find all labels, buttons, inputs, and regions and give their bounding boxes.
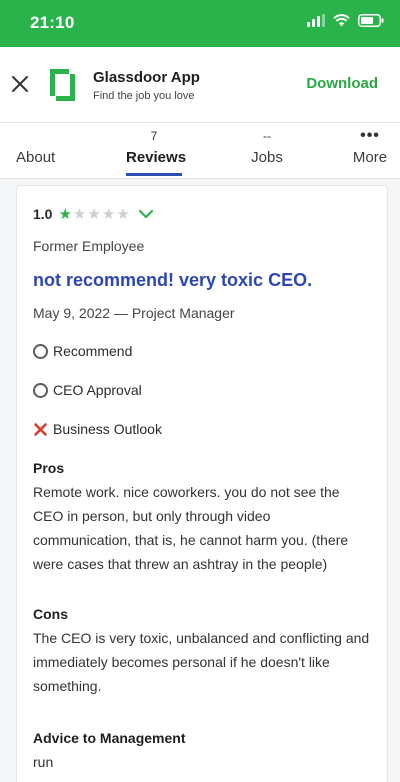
tab-label: About <box>16 149 56 166</box>
close-icon[interactable] <box>10 74 30 94</box>
glassdoor-logo-icon <box>47 66 78 104</box>
signal-icon <box>307 14 325 27</box>
cons-line: something. <box>33 678 102 694</box>
indicator-business-outlook: Business Outlook <box>33 421 162 437</box>
advice-text: run <box>33 750 378 774</box>
tab-label: Jobs <box>251 149 283 166</box>
app-name: Glassdoor App <box>93 69 200 86</box>
chevron-down-icon[interactable] <box>138 208 154 220</box>
tab-count: -- <box>263 129 271 143</box>
review-card: 1.0 ★ ★ ★ ★ ★ Former Employee not recommend!… <box>16 185 388 782</box>
tab-count: 7 <box>150 129 158 143</box>
tab-about[interactable]: About <box>16 123 56 179</box>
employment-status: Former Employee <box>33 238 145 254</box>
review-date-role: May 9, 2022 — Project Manager <box>33 305 235 321</box>
tab-jobs[interactable]: -- Jobs <box>245 123 289 179</box>
indicator-recommend: Recommend <box>33 343 132 359</box>
pros-line: communication, that is, he cannot harm y… <box>33 532 349 548</box>
cons-line: immediately becomes personal if he doesn… <box>33 654 330 670</box>
more-dots-icon: ••• <box>360 127 380 144</box>
review-title[interactable]: not recommend! very toxic CEO. <box>33 270 312 291</box>
neutral-circle-icon <box>33 343 48 359</box>
download-button[interactable]: Download <box>306 75 378 92</box>
indicator-label: Business Outlook <box>53 421 162 437</box>
tab-more[interactable]: ••• More <box>350 123 390 179</box>
star-empty-icon: ★ <box>116 205 130 223</box>
star-empty-icon: ★ <box>101 205 116 223</box>
indicator-label: CEO Approval <box>53 382 142 398</box>
pros-line: were cases that threw an ashtray in the … <box>33 556 328 572</box>
pros-text: Remote work. nice coworkers. you do not … <box>33 480 378 576</box>
active-tab-indicator <box>126 173 182 176</box>
advice-heading: Advice to Management <box>33 730 186 746</box>
wifi-icon <box>333 14 350 27</box>
tab-label: Reviews <box>126 149 187 166</box>
star-empty-icon: ★ <box>72 205 87 223</box>
tab-reviews[interactable]: 7 Reviews <box>126 123 187 179</box>
status-icons <box>307 14 384 27</box>
star-rating: ★ ★ ★ ★ ★ <box>58 207 129 222</box>
battery-icon <box>358 14 384 27</box>
tab-bar: About 7 Reviews -- Jobs ••• More <box>0 123 400 179</box>
advice-line: run <box>33 754 54 770</box>
pros-heading: Pros <box>33 460 65 476</box>
cons-heading: Cons <box>33 606 68 622</box>
rating-value: 1.0 <box>33 206 53 222</box>
tab-label: More <box>352 149 388 166</box>
app-subtitle: Find the job you love <box>93 90 195 102</box>
indicator-label: Recommend <box>53 343 133 359</box>
app-install-banner: Glassdoor App Find the job you love Down… <box>0 47 400 123</box>
cons-line: The CEO is very toxic, unbalanced and co… <box>33 630 370 646</box>
pros-line: Remote work. nice coworkers. you do not … <box>33 484 340 500</box>
pros-line: CEO in person, but only through video <box>33 508 271 524</box>
status-bar: 21:10 <box>0 0 400 47</box>
red-x-icon <box>34 422 47 436</box>
star-empty-icon: ★ <box>87 205 101 223</box>
indicator-ceo-approval: CEO Approval <box>33 382 142 398</box>
status-time: 21:10 <box>30 13 75 32</box>
cons-text: The CEO is very toxic, unbalanced and co… <box>33 626 378 698</box>
star-filled-icon: ★ <box>58 205 72 223</box>
rating-row: 1.0 ★ ★ ★ ★ ★ <box>33 206 154 222</box>
neutral-circle-icon <box>33 382 48 398</box>
